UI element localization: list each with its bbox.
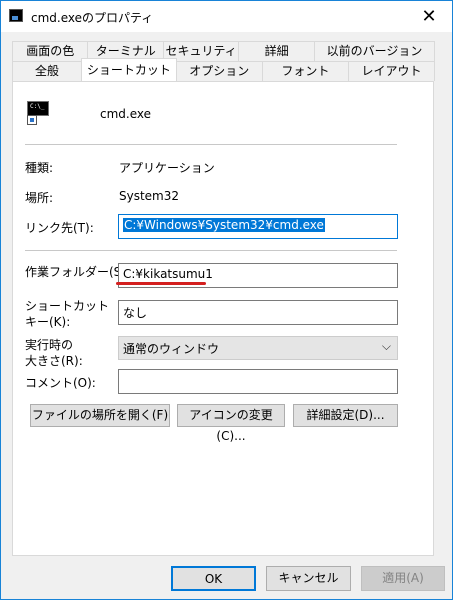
cancel-button[interactable]: キャンセル [266, 566, 351, 591]
ok-button[interactable]: OK [171, 566, 256, 591]
cmd-shortcut-icon: C:\_ [27, 101, 49, 125]
run-label-line1: 実行時の [25, 338, 74, 352]
cmd-app-icon [9, 9, 23, 22]
target-field[interactable]: C:¥Windows¥System32¥cmd.exe [118, 214, 398, 239]
open-file-location-button[interactable]: ファイルの場所を開く(F) [30, 404, 170, 427]
workdir-label: 作業フォルダー(S): [25, 265, 131, 279]
chevron-down-icon: ⌵ [381, 339, 391, 353]
hotkey-label-line1: ショートカット [25, 299, 110, 313]
tab-shortcut[interactable]: ショートカット [81, 58, 177, 81]
tab-options[interactable]: オプション [175, 61, 263, 81]
window-title: cmd.exeのプロパティ [31, 11, 154, 25]
close-button[interactable]: ✕ [406, 1, 452, 32]
file-name: cmd.exe [100, 107, 152, 121]
tab-previous-versions[interactable]: 以前のバージョン [313, 41, 436, 61]
advanced-settings-button[interactable]: 詳細設定(D)... [293, 404, 398, 427]
red-annotation-underline [116, 282, 206, 285]
change-icon-button[interactable]: アイコンの変更(C)... [177, 404, 285, 443]
target-value: C:¥Windows¥System32¥cmd.exe [123, 218, 325, 232]
tab-layout[interactable]: レイアウト [347, 61, 436, 81]
divider [25, 144, 397, 145]
run-size-value: 通常のウィンドウ [123, 342, 220, 356]
tab-general[interactable]: 全般 [12, 61, 83, 81]
title-bar: cmd.exeのプロパティ ✕ [1, 1, 452, 32]
run-label-line2: 大きさ(R): [25, 354, 83, 368]
hotkey-label-line2: キー(K): [25, 315, 71, 329]
divider [25, 250, 397, 251]
tab-details[interactable]: 詳細 [238, 41, 315, 61]
tab-color[interactable]: 画面の色 [12, 41, 89, 61]
console-screen-icon: C:\_ [27, 101, 49, 116]
run-size-select[interactable]: 通常のウィンドウ ⌵ [118, 336, 398, 360]
tab-row-front: 全般 ショートカット オプション フォント レイアウト [12, 58, 436, 81]
properties-dialog: cmd.exeのプロパティ ✕ 画面の色 ターミナル セキュリティ 詳細 以前の… [0, 0, 453, 600]
workdir-value: C:¥kikatsumu1 [123, 267, 213, 281]
hotkey-field[interactable]: なし [118, 300, 398, 325]
location-label: 場所: [25, 191, 54, 205]
console-prompt-text: C:\_ [30, 103, 45, 110]
type-label: 種類: [25, 161, 54, 175]
type-value: アプリケーション [119, 161, 215, 175]
tab-font[interactable]: フォント [261, 61, 349, 81]
tab-row-back: 画面の色 ターミナル セキュリティ 詳細 以前のバージョン [12, 41, 436, 61]
hotkey-value: なし [123, 306, 148, 320]
comment-field[interactable] [118, 369, 398, 394]
location-value: System32 [119, 189, 180, 203]
comment-label: コメント(O): [25, 376, 96, 390]
target-label: リンク先(T): [25, 221, 94, 235]
shortcut-arrow-icon [27, 115, 37, 125]
shortcut-panel: C:\_ cmd.exe 種類: アプリケーション 場所: System32 リ… [12, 81, 434, 556]
apply-button[interactable]: 適用(A) [361, 566, 445, 591]
